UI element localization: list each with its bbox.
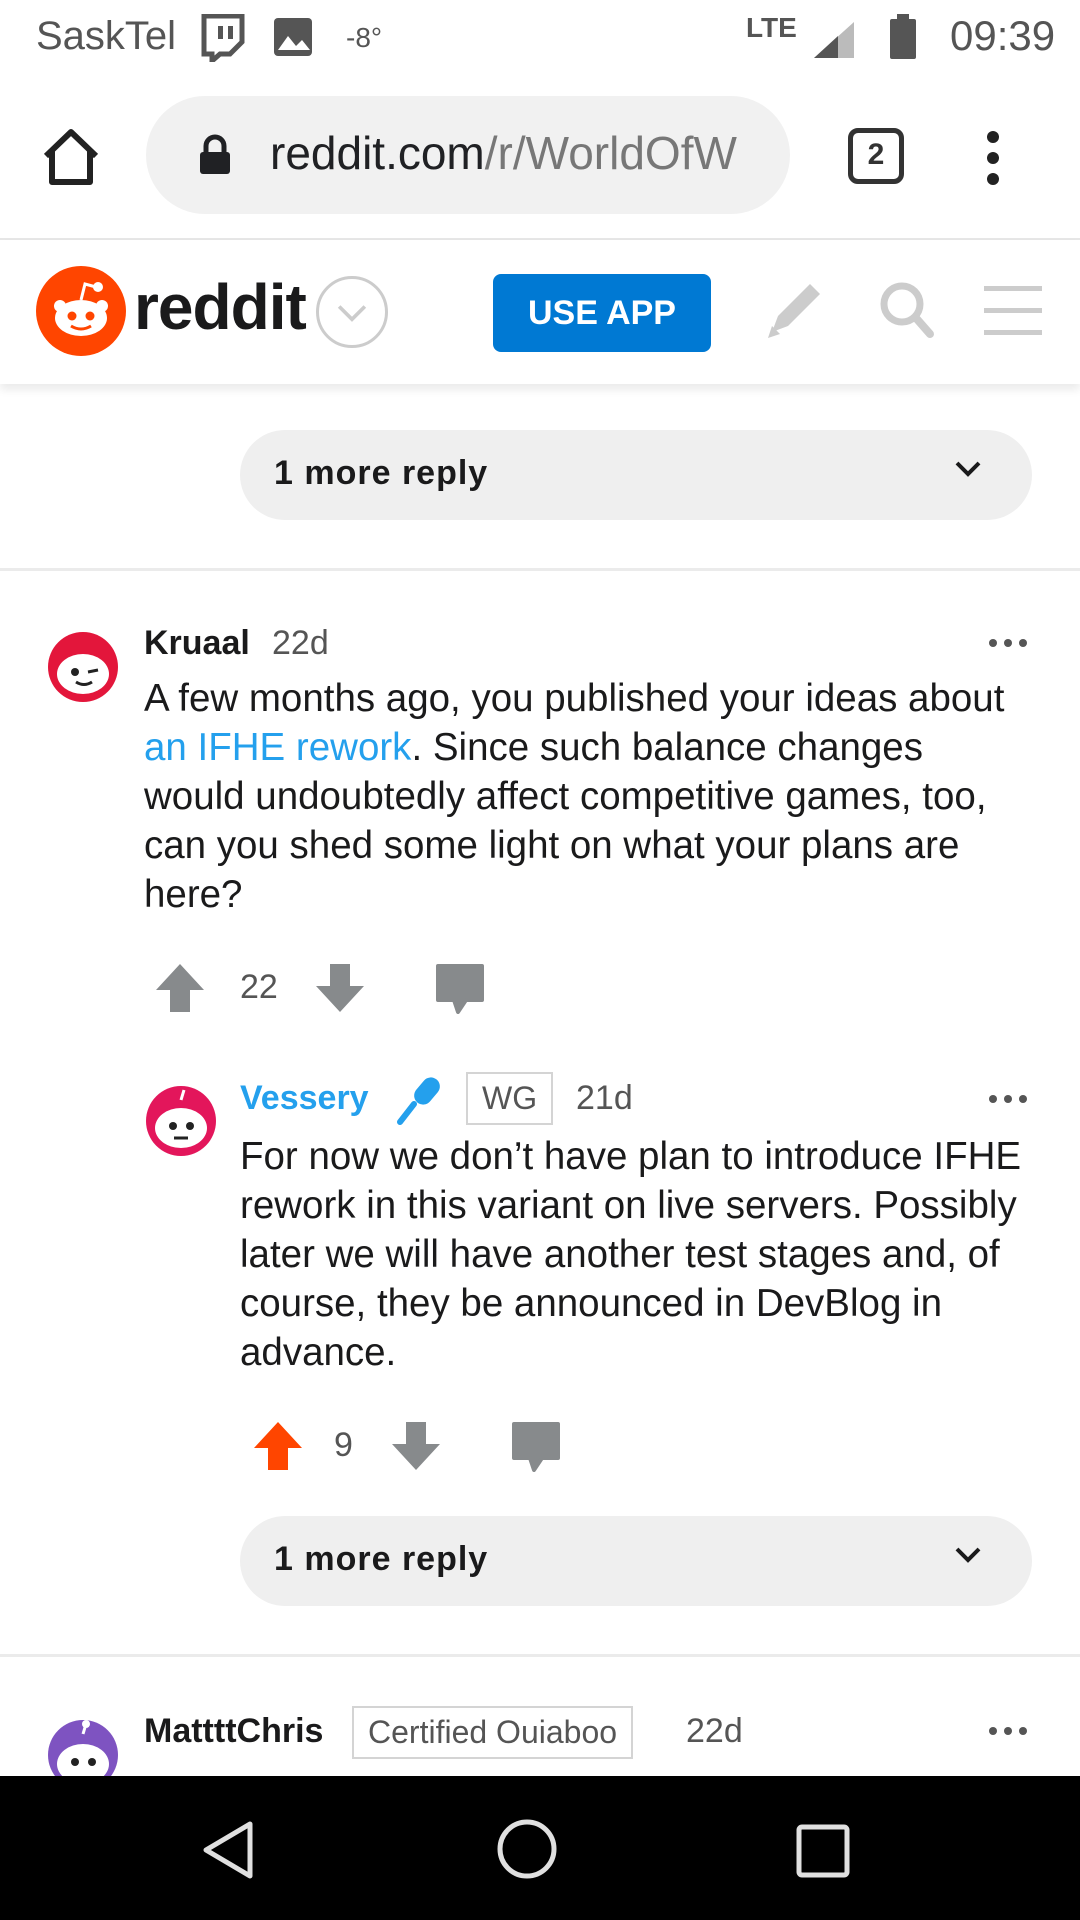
comment-author[interactable]: MattttChris <box>144 1712 323 1751</box>
downvote-icon[interactable] <box>390 1420 442 1472</box>
reddit-logo-icon[interactable] <box>36 266 126 356</box>
signal-icon <box>814 22 854 58</box>
more-replies-button[interactable]: 1 more reply <box>240 1516 1032 1606</box>
comment-body: For now we don’t have plan to introduce … <box>240 1135 1022 1374</box>
comment-author[interactable]: Kruaal <box>144 624 250 663</box>
chevron-down-icon <box>955 1547 981 1563</box>
comment-author[interactable]: Vessery <box>240 1079 369 1118</box>
browser-menu-icon[interactable] <box>986 130 1000 186</box>
comment-thread: 1 more reply Kruaal 22d A few months ago… <box>0 384 1080 1776</box>
chevron-down-icon[interactable] <box>316 276 388 348</box>
image-icon <box>274 18 312 56</box>
more-replies-label: 1 more reply <box>274 1540 489 1578</box>
more-options-icon[interactable] <box>988 1094 1028 1104</box>
reddit-wordmark[interactable]: reddit <box>134 270 307 344</box>
upvote-icon[interactable] <box>252 1420 304 1472</box>
temperature-label: -8° <box>346 22 383 53</box>
recents-icon[interactable] <box>796 1824 850 1878</box>
downvote-icon[interactable] <box>314 962 366 1014</box>
pencil-icon[interactable] <box>762 276 824 342</box>
browser-toolbar: reddit.com/r/WorldOfW 2 <box>0 74 1080 240</box>
url-text[interactable]: reddit.com/r/WorldOfW <box>270 126 737 180</box>
upvote-icon[interactable] <box>154 962 206 1014</box>
more-replies-label: 1 more reply <box>274 454 489 492</box>
chevron-down-icon <box>955 461 981 477</box>
user-flair: WG <box>466 1072 554 1125</box>
url-host: reddit.com <box>270 127 485 179</box>
more-replies-button[interactable]: 1 more reply <box>240 430 1032 520</box>
url-path: /r/WorldOfW <box>484 127 737 179</box>
home-circle-icon[interactable] <box>496 1818 558 1880</box>
comment-age: 22d <box>272 624 329 662</box>
divider <box>0 1654 1080 1657</box>
vote-score: 9 <box>334 1426 353 1464</box>
twitch-icon <box>201 14 245 62</box>
divider <box>0 568 1080 571</box>
reply-icon[interactable] <box>434 962 486 1014</box>
microphone-icon <box>397 1077 440 1125</box>
avatar[interactable] <box>46 1718 120 1776</box>
more-options-icon[interactable] <box>988 638 1028 648</box>
search-icon[interactable] <box>876 276 936 342</box>
reply-icon[interactable] <box>510 1420 562 1472</box>
comment-link[interactable]: an IFHE rework <box>144 726 411 769</box>
avatar[interactable] <box>46 630 120 704</box>
clock-label: 09:39 <box>950 12 1056 59</box>
tab-switcher-button[interactable]: 2 <box>848 128 904 184</box>
vote-score: 22 <box>240 968 278 1006</box>
carrier-label: SaskTel <box>36 14 177 58</box>
battery-icon <box>890 14 916 59</box>
home-icon[interactable] <box>40 126 102 188</box>
comment-body-text: A few months ago, you published your ide… <box>144 677 1005 720</box>
lock-icon <box>200 134 230 174</box>
use-app-button[interactable]: USE APP <box>493 274 711 352</box>
hamburger-menu-icon[interactable] <box>982 284 1044 338</box>
comment-body: A few months ago, you published your ide… <box>144 674 1024 919</box>
reddit-header: reddit USE APP <box>0 240 1080 384</box>
status-bar: SaskTel -8° LTE 09:39 <box>0 0 1080 74</box>
address-bar[interactable]: reddit.com/r/WorldOfW <box>146 96 790 214</box>
comment-age: 22d <box>686 1712 743 1750</box>
network-label: LTE <box>746 12 797 43</box>
user-flair: Certified Ouiaboo <box>352 1706 634 1759</box>
system-navigation-bar <box>0 1776 1080 1920</box>
back-icon[interactable] <box>200 1820 256 1880</box>
comment-age: 21d <box>576 1079 633 1117</box>
avatar[interactable] <box>144 1084 218 1158</box>
more-options-icon[interactable] <box>988 1726 1028 1736</box>
